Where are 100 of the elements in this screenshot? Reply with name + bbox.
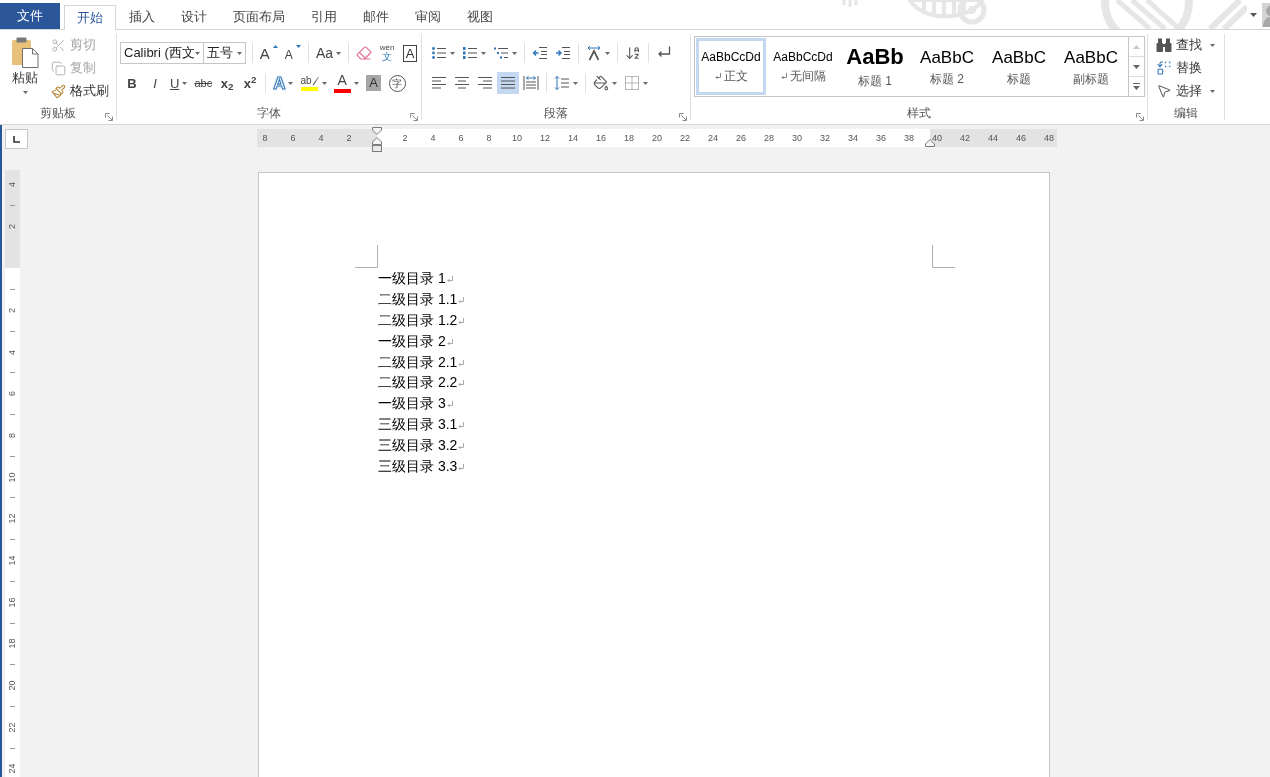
style-item[interactable]: AaBb 标题 1 [840,38,910,95]
file-tab[interactable]: 文件 [0,3,60,29]
scissors-icon [51,37,66,53]
ruler-number: 34 [848,133,858,143]
ribbon-tab[interactable]: 引用 [298,4,350,29]
ribbon-tab[interactable]: 插入 [116,4,168,29]
up-triangle-icon [272,45,278,48]
font-size-dropdown[interactable]: 五号 [203,42,246,64]
caret-icon [288,81,294,85]
font-name-dropdown[interactable]: Calibri (西文 [120,42,204,64]
ruler-number: 20 [652,133,662,143]
group-label: 段落 [544,107,568,119]
ruler-number: 46 [1016,133,1026,143]
ruler-number: 24 [8,763,17,774]
paragraph-text: 三级目录 3.2 [378,437,458,452]
ribbon-tab[interactable]: 页面布局 [220,4,298,29]
subscript-button[interactable]: x$_{2}$ [216,72,239,94]
ribbon-tab[interactable]: 审阅 [402,4,454,29]
indent-markers-icon[interactable] [372,127,382,153]
replace-button[interactable]: 替换 [1154,57,1204,79]
dialog-launcher-icon[interactable] [410,113,418,121]
shrink-font-button[interactable]: A [281,42,304,64]
ruler-number: 48 [1044,133,1054,143]
font-color-button[interactable]: A [330,72,362,94]
character-shading-button[interactable]: A [362,72,385,94]
style-item[interactable]: AaBbC 标题 [984,38,1054,95]
ruler-number: 44 [988,133,998,143]
caret-icon [321,81,327,85]
ribbon-tab[interactable]: 设计 [168,4,220,29]
caret-icon[interactable] [1250,12,1257,17]
ruler-number: 18 [624,133,634,143]
phonetic-guide-button[interactable]: wén 文 [376,42,398,64]
underline-button[interactable]: U [167,72,191,94]
grow-font-button[interactable]: A [256,42,281,64]
paragraph-mark-icon [458,463,465,471]
ribbon-tab[interactable]: 视图 [454,4,506,29]
group-label: 编辑 [1174,107,1198,119]
replace-icon [1156,60,1172,76]
find-button[interactable]: 查找 [1154,34,1217,56]
group-label: 字体 [257,107,281,119]
paragraph-mark-icon [458,421,465,429]
up-caret-icon [1133,44,1140,49]
ribbon-tab[interactable]: 开始 [64,5,116,30]
caret-icon [236,51,242,55]
multilevel-list-icon [493,45,509,61]
clipboard-icon [11,37,39,68]
ruler-number: 10 [512,133,522,143]
highlight-button[interactable]: ab [297,72,330,94]
down-caret-icon [1133,64,1140,69]
ruler-number: 26 [736,133,746,143]
ruler-number: 6 [8,391,17,397]
ruler-number: 24 [708,133,718,143]
character-spacing-icon [586,45,602,61]
align-left-icon [431,75,447,91]
ribbon-tab[interactable]: 邮件 [350,4,402,29]
ruler-number: 12 [8,513,17,524]
dialog-launcher-icon[interactable] [679,113,687,121]
ruler-number: 18 [8,638,17,649]
ruler-number: 6 [458,133,464,143]
format-painter-button[interactable]: 格式刷 [48,80,112,102]
style-item[interactable]: AaBbCcDd 无间隔 [768,38,838,95]
paste-button[interactable]: 粘贴 [5,34,45,102]
caret-icon [481,51,486,55]
ruler-number: 38 [904,133,914,143]
paragraph-mark-icon [714,72,721,80]
justify-button[interactable] [497,72,519,94]
caret-icon [22,91,28,94]
change-case-button[interactable]: Aa [312,42,344,64]
superscript-button[interactable]: x$^{2}$ [239,72,262,94]
ruler-number: 12 [540,133,550,143]
align-right-icon [477,75,493,91]
paintbrush-icon [51,83,66,99]
group-label: 样式 [907,107,931,119]
dialog-launcher-icon[interactable] [105,113,113,121]
pointer-icon [1156,83,1172,99]
style-item[interactable]: AaBbC 标题 2 [912,38,982,95]
right-indent-marker-icon[interactable] [925,139,935,147]
paragraph-text: 三级目录 3.3 [378,458,458,473]
group-label: 剪贴板 [40,107,76,119]
line-spacing-icon [554,75,570,91]
caret-icon [353,81,359,85]
ruler-number: 40 [932,133,942,143]
select-button[interactable]: 选择 [1154,80,1217,102]
caret-icon [573,81,578,85]
text-effects-button[interactable]: A [270,72,297,94]
dialog-launcher-icon[interactable] [1136,113,1144,121]
borders-icon [624,75,640,91]
justify-icon [500,75,516,91]
italic-button[interactable]: I [144,72,166,94]
tab-selector-button[interactable] [5,129,28,149]
ruler-number: 14 [8,555,17,566]
style-item[interactable]: AaBbC 副标题 [1056,38,1126,95]
align-center-icon [454,75,470,91]
ruler-number: 2 [8,223,17,229]
ruler-number: 28 [764,133,774,143]
bulleted-list-icon [431,45,447,61]
strikethrough-button[interactable]: abc [191,72,216,94]
bold-button[interactable]: B [121,72,143,94]
style-item[interactable]: AaBbCcDd 正文 [696,38,766,95]
ruler-number: 4 [318,133,324,143]
